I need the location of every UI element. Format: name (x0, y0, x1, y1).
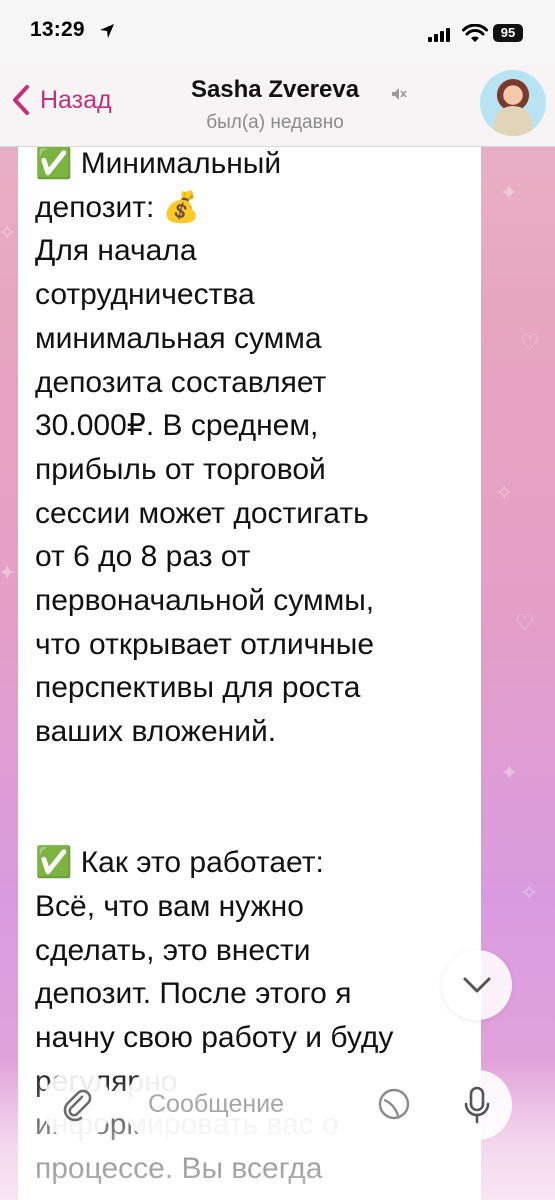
status-time: 13:29 (30, 18, 85, 41)
back-label: Назад (40, 85, 112, 114)
wifi-icon (462, 24, 488, 42)
cellular-signal-icon (428, 28, 450, 42)
chat-subtitle: был(а) недавно (206, 112, 344, 133)
chat-title[interactable]: Sasha Zvereva (140, 76, 410, 104)
paperclip-icon (63, 1089, 92, 1122)
message-bubble: ✅ Минимальный депозит: 💰 Для начала сотр… (18, 146, 481, 1200)
attach-button[interactable] (42, 1070, 112, 1140)
avatar[interactable] (480, 70, 546, 136)
microphone-button[interactable] (442, 1070, 512, 1140)
muted-speaker-icon (392, 88, 407, 100)
status-bar: 13:29 95 (0, 0, 555, 62)
location-arrow-icon (100, 24, 114, 38)
sticker-icon[interactable] (376, 1086, 412, 1122)
message-input[interactable]: Сообщение (124, 1070, 430, 1140)
message-placeholder: Сообщение (148, 1090, 285, 1118)
microphone-icon (464, 1086, 490, 1124)
chevron-left-icon (13, 85, 29, 115)
chevron-down-icon (463, 977, 491, 993)
message-text: ✅ Минимальный депозит: 💰 Для начала сотр… (35, 147, 394, 1185)
battery-indicator: 95 (493, 24, 523, 42)
back-button[interactable]: Назад (12, 84, 112, 116)
scroll-down-button[interactable] (442, 950, 512, 1020)
chat-header: Назад Sasha Zvereva был(а) недавно (0, 62, 555, 147)
